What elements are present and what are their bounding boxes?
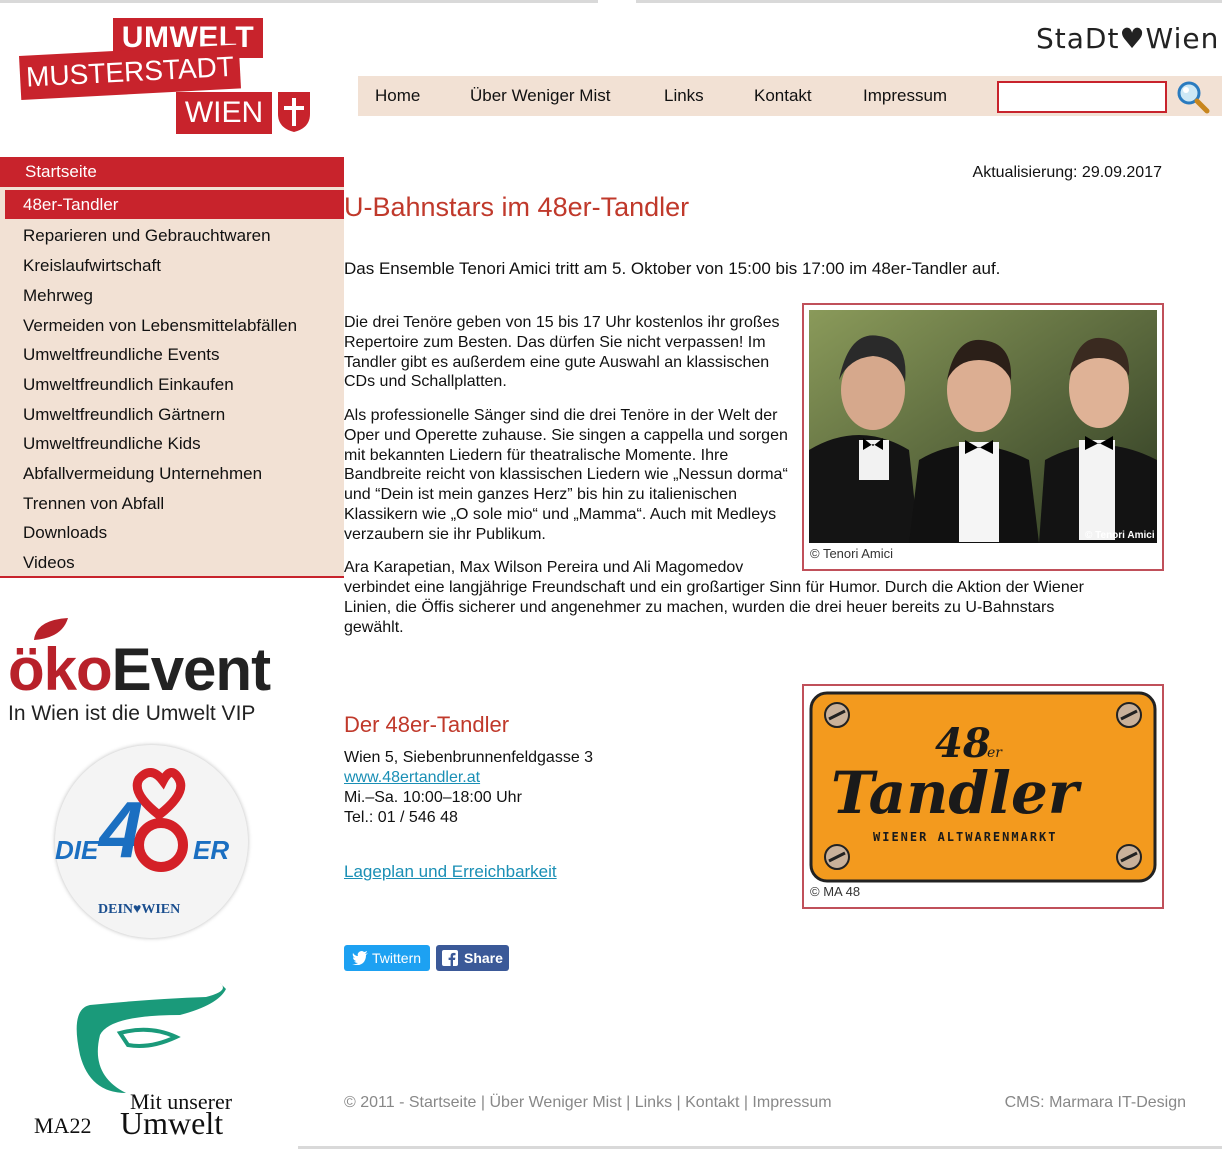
- facebook-icon: [442, 950, 458, 966]
- sidebar-item-label: 48er-Tandler: [23, 195, 119, 214]
- top-border-right: [636, 0, 1222, 3]
- 48er-tandler-image-frame: 48 er Tandler WIENER ALTWARENMARKT © MA …: [802, 684, 1164, 909]
- dein-wien-text: DEIN♥WIEN: [98, 902, 181, 917]
- section-title-48er-tandler: Der 48er-Tandler: [344, 712, 510, 737]
- sidebar-item-mehrweg[interactable]: Mehrweg: [23, 286, 93, 306]
- twitter-label: Twittern: [372, 950, 422, 966]
- die48-die-text: DIE: [55, 835, 99, 865]
- sidebar-divider: [0, 576, 344, 578]
- sidebar-item-kreislaufwirtschaft[interactable]: Kreislaufwirtschaft: [23, 256, 161, 276]
- twitter-share-button[interactable]: Twittern: [344, 945, 430, 971]
- sidebar-item-unternehmen[interactable]: Abfallvermeidung Unternehmen: [23, 464, 262, 484]
- sidebar-item-lebensmittelabfaelle[interactable]: Vermeiden von Lebensmittelabfällen: [23, 316, 297, 336]
- share-label: Share: [464, 950, 503, 966]
- sidebar-item-48er-tandler[interactable]: 48er-Tandler: [5, 190, 344, 219]
- sidebar-item-startseite[interactable]: Startseite: [0, 157, 344, 187]
- opening-hours: Mi.–Sa. 10:00–18:00 Uhr: [344, 789, 522, 806]
- die-48er-logo[interactable]: 4 DIE ER DEIN♥WIEN: [55, 745, 248, 938]
- nav-kontakt[interactable]: Kontakt: [754, 86, 812, 106]
- nav-home[interactable]: Home: [375, 86, 420, 106]
- paragraph-2: Als professionelle Sänger sind die drei …: [344, 407, 788, 543]
- search-icon[interactable]: [1176, 80, 1210, 114]
- page-title: U-Bahnstars im 48er-Tandler: [344, 192, 690, 222]
- sidebar-item-videos[interactable]: Videos: [23, 553, 75, 573]
- tandler-subtitle: WIENER ALTWARENMARKT: [873, 830, 1058, 844]
- sidebar-item-einkaufen[interactable]: Umweltfreundlich Einkaufen: [23, 375, 234, 395]
- paragraph-3a: Ara Karapetian, Max Wilson Pereira und A…: [344, 559, 744, 576]
- site-logo-wien[interactable]: WIEN: [176, 92, 272, 134]
- website-link[interactable]: www.48ertandler.at: [344, 769, 480, 787]
- event-text: Event: [111, 636, 271, 703]
- sidebar-item-downloads[interactable]: Downloads: [23, 523, 107, 543]
- phone-number: Tel.: 01 / 546 48: [344, 809, 458, 826]
- svg-text:4: 4: [97, 785, 144, 874]
- bottom-border: [298, 1146, 1222, 1149]
- sidebar-menu: [0, 157, 344, 577]
- lead-text: Das Ensemble Tenori Amici tritt am 5. Ok…: [344, 259, 1001, 278]
- tenori-amici-photo[interactable]: © Tenori Amici: [809, 310, 1157, 543]
- last-updated: Aktualisierung: 29.09.2017: [972, 164, 1162, 181]
- oko-text: öko: [8, 636, 113, 703]
- sidebar-item-label: Startseite: [25, 162, 97, 181]
- footer-links[interactable]: © 2011 - Startseite | Über Weniger Mist …: [344, 1094, 832, 1112]
- sidebar-item-events[interactable]: Umweltfreundliche Events: [23, 345, 220, 365]
- oko-event-tagline: In Wien ist die Umwelt VIP: [8, 702, 256, 725]
- paragraph-3b: verbindet eine langjährige Freundschaft …: [344, 579, 1084, 636]
- paragraph-1: Die drei Tenöre geben von 15 bis 17 Uhr …: [344, 314, 780, 391]
- sidebar-item-kids[interactable]: Umweltfreundliche Kids: [23, 434, 201, 454]
- ma22-logo[interactable]: Mit unserer MA22 Umwelt: [30, 975, 260, 1145]
- sidebar-item-trennen[interactable]: Trennen von Abfall: [23, 494, 164, 514]
- map-link[interactable]: Lageplan und Erreichbarkeit: [344, 862, 557, 882]
- leaf-icon: [34, 618, 68, 640]
- tandler-caption: © MA 48: [810, 884, 861, 899]
- 48er-tandler-logo[interactable]: 48 er Tandler WIENER ALTWARENMARKT: [809, 691, 1157, 883]
- sidebar-item-reparieren[interactable]: Reparieren und Gebrauchtwaren: [23, 226, 271, 246]
- photo-caption: © Tenori Amici: [810, 546, 894, 561]
- tandler-word: Tandler: [831, 759, 1083, 827]
- photo-watermark: © Tenori Amici: [1085, 530, 1155, 541]
- footer-cms-credit[interactable]: CMS: Marmara IT-Design: [1005, 1094, 1186, 1112]
- nav-ueber-weniger-mist[interactable]: Über Weniger Mist: [470, 86, 610, 106]
- twitter-bird-icon: [352, 951, 368, 965]
- search-input[interactable]: [997, 81, 1167, 113]
- facebook-share-button[interactable]: Share: [436, 945, 509, 971]
- tenori-amici-photo-frame: © Tenori Amici © Tenori Amici: [802, 303, 1164, 571]
- stadt-wien-logo[interactable]: StaDt♥Wien: [1036, 22, 1219, 55]
- oko-event-logo[interactable]: ökoEvent In Wien ist die Umwelt VIP: [8, 618, 271, 726]
- ma22-wave-icon: [76, 983, 227, 1093]
- sidebar-item-gaertnern[interactable]: Umweltfreundlich Gärtnern: [23, 405, 225, 425]
- nav-links[interactable]: Links: [664, 86, 704, 106]
- address: Wien 5, Siebenbrunnenfeldgasse 3: [344, 749, 594, 766]
- ma22-name: MA22: [34, 1113, 92, 1138]
- nav-impressum[interactable]: Impressum: [863, 86, 947, 106]
- top-border-left: [0, 0, 598, 3]
- ma22-umwelt: Umwelt: [120, 1105, 224, 1141]
- die48-er-text: ER: [193, 835, 230, 865]
- wien-shield-icon: [278, 92, 310, 132]
